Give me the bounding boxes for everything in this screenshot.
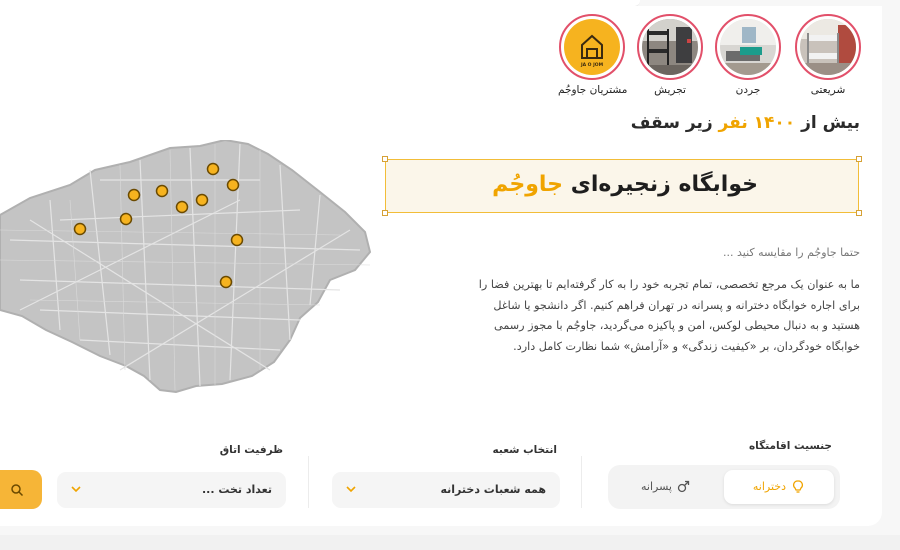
branch-image-frame bbox=[795, 14, 861, 80]
capacity-placeholder: تعداد تخت ... bbox=[201, 483, 272, 496]
svg-text:JA O JOM: JA O JOM bbox=[580, 62, 604, 68]
subtitle: حتما جاوجُم را مقایسه کنید ... bbox=[723, 246, 860, 259]
footer-edge bbox=[0, 535, 900, 550]
branch-image-frame bbox=[715, 14, 781, 80]
branch-jordan[interactable]: جردن bbox=[714, 14, 782, 96]
bulb-icon bbox=[793, 480, 803, 493]
branch-label: شریعتی bbox=[810, 84, 846, 96]
title-prefix: خوابگاه زنجیره‌ای bbox=[570, 172, 758, 197]
title-banner: خوابگاه زنجیره‌ای جاوجُم bbox=[382, 156, 862, 216]
capacity-label: ظرفیت اتاق bbox=[219, 444, 283, 456]
location-pin-icon[interactable] bbox=[226, 178, 240, 192]
location-pin-icon[interactable] bbox=[195, 193, 209, 207]
gender-option-label: پسرانه bbox=[641, 480, 672, 493]
bunk-bed-dorm-photo-icon bbox=[642, 19, 698, 75]
map-pins bbox=[73, 162, 244, 289]
corner-handle bbox=[382, 156, 388, 162]
headline-prefix: بیش از bbox=[801, 113, 860, 133]
bunk-bed-room-photo-icon bbox=[800, 19, 856, 75]
branch-image-frame: JA O JOM bbox=[559, 14, 625, 80]
male-symbol-icon bbox=[677, 480, 690, 493]
divider bbox=[581, 456, 582, 508]
gender-label: جنسیت اقامتگاه bbox=[748, 440, 832, 452]
chevron-down-icon bbox=[346, 486, 356, 493]
branch-select[interactable]: همه شعبات دخترانه bbox=[332, 472, 560, 508]
location-pin-icon[interactable] bbox=[230, 233, 244, 247]
gender-option-female[interactable]: دخترانه bbox=[724, 470, 834, 504]
branch-select-label: انتخاب شعبه bbox=[492, 444, 557, 456]
location-pin-icon[interactable] bbox=[206, 162, 220, 176]
corner-handle bbox=[382, 210, 388, 216]
headline-suffix: زیر سقف bbox=[630, 113, 713, 133]
branch-shariati[interactable]: شریعتی bbox=[794, 14, 862, 96]
branch-label: مشتریان جاوجُم bbox=[558, 84, 628, 96]
page-title: خوابگاه زنجیره‌ای جاوجُم bbox=[492, 172, 758, 197]
description-paragraph: ما به عنوان یک مرجع تخصصی، تمام تجربه خو… bbox=[478, 278, 860, 353]
location-pin-icon[interactable] bbox=[155, 184, 169, 198]
title-brand: جاوجُم bbox=[492, 172, 564, 197]
jajom-logo-icon: JA O JOM bbox=[564, 19, 620, 75]
location-pin-icon[interactable] bbox=[219, 275, 233, 289]
branch-thumbnails: شریعتی جردن تجریش JA O JOM مشتریان جاوجُ… bbox=[556, 14, 862, 104]
search-button[interactable] bbox=[0, 470, 42, 509]
branch-label: تجریش bbox=[654, 84, 686, 96]
single-bed-room-photo-icon bbox=[720, 19, 776, 75]
location-pin-icon[interactable] bbox=[175, 200, 189, 214]
corner-handle bbox=[856, 156, 862, 162]
branch-customers[interactable]: JA O JOM مشتریان جاوجُم bbox=[558, 14, 628, 96]
gender-option-male[interactable]: پسرانه bbox=[614, 470, 720, 504]
branch-select-value: همه شعبات دخترانه bbox=[440, 483, 546, 496]
chevron-down-icon bbox=[71, 486, 81, 493]
headline-number: ۱۴۰۰ نفر bbox=[718, 113, 796, 133]
gender-option-label: دخترانه bbox=[752, 480, 786, 493]
capacity-headline: بیش از ۱۴۰۰ نفر زیر سقف bbox=[631, 113, 860, 133]
branch-tajrish[interactable]: تجریش bbox=[636, 14, 704, 96]
location-pin-icon[interactable] bbox=[127, 188, 141, 202]
capacity-select[interactable]: تعداد تخت ... bbox=[57, 472, 286, 508]
corner-handle bbox=[856, 210, 862, 216]
divider bbox=[308, 456, 309, 508]
search-icon bbox=[11, 484, 24, 497]
location-pin-icon[interactable] bbox=[73, 222, 87, 236]
branch-label: جردن bbox=[735, 84, 761, 96]
branch-image-frame bbox=[637, 14, 703, 80]
gender-toggle: دخترانه پسرانه bbox=[608, 465, 840, 509]
location-pin-icon[interactable] bbox=[119, 212, 133, 226]
